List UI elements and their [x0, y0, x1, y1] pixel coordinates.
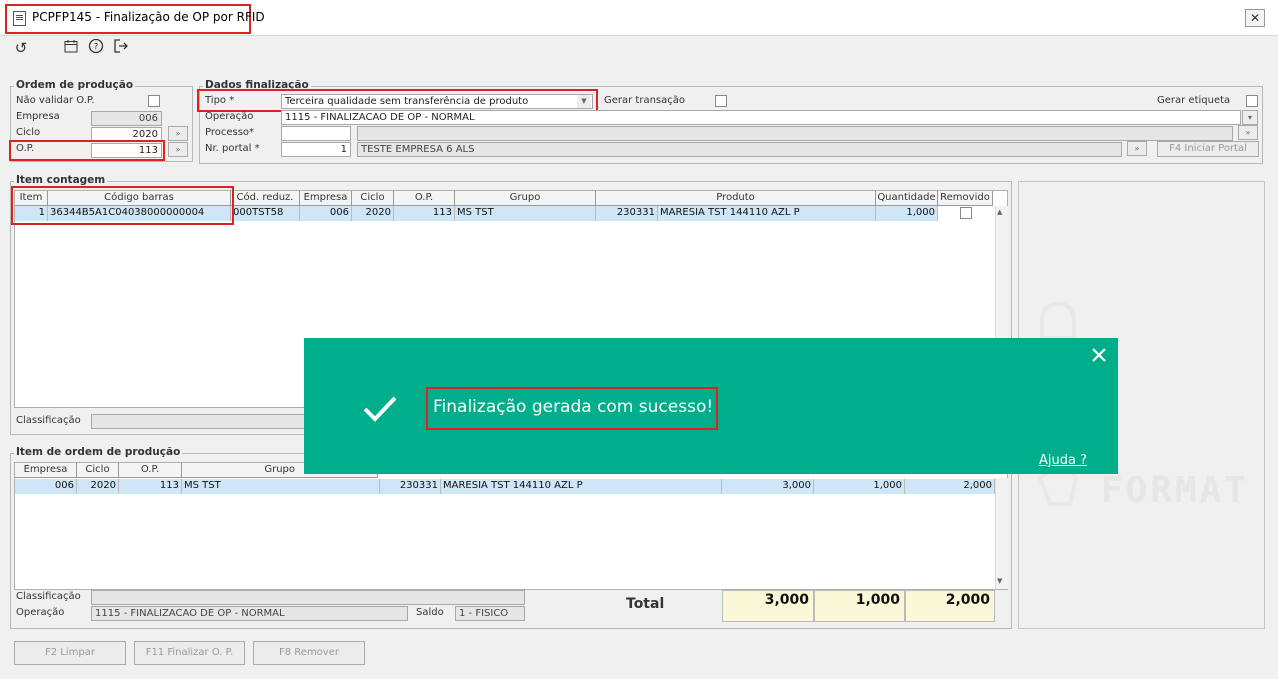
tipo-highlight [197, 89, 598, 112]
cell-op-2[interactable]: 113 [119, 479, 182, 494]
cell-grupo[interactable]: MS TST [455, 206, 596, 221]
portal-label: Nr. portal * [205, 143, 260, 154]
help-icon[interactable]: ? [86, 38, 106, 58]
remover-button[interactable]: F8 Remover [253, 641, 365, 665]
gerar-transacao-label: Gerar transação [604, 95, 686, 106]
ciclo-label: Ciclo [16, 127, 41, 138]
ciclo-search-button[interactable]: » [168, 126, 188, 141]
calendar-icon[interactable] [61, 38, 81, 58]
toast-close-icon[interactable] [1091, 347, 1107, 366]
checkmark-icon [362, 394, 398, 427]
empresa-label: Empresa [16, 111, 60, 122]
total-label: Total [626, 596, 665, 612]
processo-label: Processo* [205, 127, 255, 138]
refresh-icon[interactable]: ↺ [11, 38, 31, 58]
cell-produto-cod[interactable]: 230331 [596, 206, 658, 221]
portal-desc-field: TESTE EMPRESA 6 ALS [357, 142, 1122, 157]
portal-field[interactable]: 1 [281, 142, 351, 157]
exit-icon[interactable] [111, 38, 131, 58]
total-value-2: 1,000 [814, 590, 905, 622]
cell-empresa[interactable]: 006 [300, 206, 352, 221]
removido-checkbox[interactable] [960, 207, 972, 219]
cell-qtd-1[interactable]: 3,000 [722, 479, 814, 494]
document-icon [13, 11, 26, 26]
operacao-dropdown-button[interactable]: ▾ [1242, 110, 1258, 125]
col-header-produto[interactable]: Produto [596, 191, 876, 206]
cell-op[interactable]: 113 [394, 206, 455, 221]
toolbar [0, 36, 1278, 64]
processo-field[interactable] [281, 126, 351, 141]
gerar-transacao-checkbox[interactable] [715, 95, 727, 107]
gerar-etiqueta-label: Gerar etiqueta [1157, 95, 1231, 106]
op-highlight [9, 140, 165, 161]
cell-grupo-2[interactable]: MS TST [182, 479, 380, 494]
finalizar-op-button[interactable]: F11 Finalizar O. P. [134, 641, 245, 665]
item-contagem-legend: Item contagem [14, 174, 108, 186]
cell-produto-cod-2[interactable]: 230331 [380, 479, 441, 494]
cell-produto-desc-2[interactable]: MARESIA TST 144110 AZL P [441, 479, 722, 494]
cell-ciclo[interactable]: 2020 [352, 206, 394, 221]
gerar-etiqueta-checkbox[interactable] [1246, 95, 1258, 107]
cell-cod-reduz[interactable]: 000TST58 [231, 206, 300, 221]
toast-message: Finalização gerada com sucesso! [433, 397, 714, 417]
window-title: PCPFP145 - Finalização de OP por RFID [32, 10, 265, 24]
classificacao-field [91, 414, 305, 429]
item-ordem-scrollbar[interactable] [995, 478, 1008, 589]
col-header-ciclo[interactable]: Ciclo [352, 191, 394, 206]
close-window-button[interactable]: ✕ [1245, 9, 1265, 27]
col-header-empresa-2[interactable]: Empresa [15, 463, 77, 478]
classificacao-label-2: Classificação [16, 591, 81, 602]
toast-help-link[interactable]: Ajuda ? [1039, 453, 1087, 468]
ciclo-field[interactable]: 2020 [91, 127, 162, 142]
total-value-1: 3,000 [722, 590, 814, 622]
col-header-op-2[interactable]: O.P. [119, 463, 182, 478]
col-header-grupo[interactable]: Grupo [455, 191, 596, 206]
col-header-quantidade[interactable]: Quantidade [876, 191, 938, 206]
cell-empresa-2[interactable]: 006 [15, 479, 77, 494]
operacao-label-2: Operação [16, 607, 65, 618]
item-ordem-legend: Item de ordem de produção [14, 446, 183, 458]
scroll-down-icon[interactable]: ▼ [997, 577, 1002, 585]
col-header-empresa[interactable]: Empresa [300, 191, 352, 206]
ordem-producao-legend: Ordem de produção [14, 79, 136, 91]
limpar-button[interactable]: F2 Limpar [14, 641, 126, 665]
nao-validar-checkbox[interactable] [148, 95, 160, 107]
operacao-field-2: 1115 - FINALIZACAO DE OP - NORMAL [91, 606, 408, 621]
svg-text:?: ? [94, 43, 99, 53]
empresa-field[interactable]: 006 [91, 111, 162, 126]
processo-search-button[interactable]: » [1238, 125, 1258, 140]
scroll-up-icon[interactable]: ▲ [997, 208, 1002, 216]
col-header-op[interactable]: O.P. [394, 191, 455, 206]
nao-validar-label: Não validar O.P. [16, 95, 95, 106]
operacao-label: Operação [205, 111, 254, 122]
total-value-3: 2,000 [905, 590, 995, 622]
col-header-removido[interactable]: Removido [938, 191, 993, 206]
cell-ciclo-2[interactable]: 2020 [77, 479, 119, 494]
col-header-cod-reduz[interactable]: Cód. reduz. [231, 191, 300, 206]
barcode-highlight [11, 186, 234, 225]
op-search-button[interactable]: » [168, 142, 188, 157]
cell-quantidade[interactable]: 1,000 [876, 206, 938, 221]
classificacao-label: Classificação [16, 415, 81, 426]
operacao-select[interactable]: 1115 - FINALIZACAO DE OP - NORMAL [281, 110, 1241, 125]
cell-qtd-2[interactable]: 1,000 [814, 479, 905, 494]
format-watermark: FORMAT [1101, 470, 1250, 511]
dados-finalizacao-legend: Dados finalização [203, 79, 311, 91]
col-header-ciclo-2[interactable]: Ciclo [77, 463, 119, 478]
cell-produto-desc[interactable]: MARESIA TST 144110 AZL P [658, 206, 876, 221]
iniciar-portal-button[interactable]: F4 Iniciar Portal [1157, 141, 1259, 157]
processo-desc-field [357, 126, 1233, 141]
cell-qtd-3[interactable]: 2,000 [905, 479, 995, 494]
saldo-field: 1 - FISICO [455, 606, 525, 621]
classificacao-field-2 [91, 590, 525, 605]
saldo-label: Saldo [416, 607, 444, 618]
portal-search-button[interactable]: » [1127, 141, 1147, 156]
